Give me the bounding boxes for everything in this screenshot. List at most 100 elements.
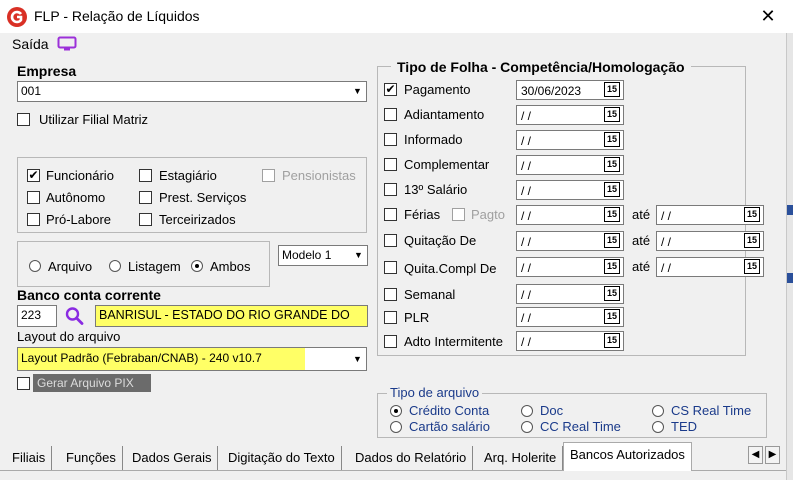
calendar-icon[interactable]: 15 (604, 333, 620, 348)
tab-dados-relatorio[interactable]: Dados do Relatório (349, 446, 474, 470)
credito-conta-label: Crédito Conta (409, 403, 490, 418)
estagiario-label: Estagiário (159, 168, 217, 183)
semanal-checkbox[interactable] (384, 288, 397, 301)
calendar-icon[interactable]: 15 (604, 157, 620, 172)
informado-label: Informado (404, 132, 463, 147)
cs-real-time-radio[interactable] (652, 405, 664, 417)
side-strip (786, 33, 793, 480)
prest-servicos-label: Prest. Serviços (159, 190, 247, 205)
layout-select[interactable]: Layout Padrão (Febraban/CNAB) - 240 v10.… (17, 347, 367, 371)
pagamento-label: Pagamento (404, 82, 471, 97)
pagamento-checkbox[interactable]: ✔ (384, 83, 397, 96)
pagto-checkbox (452, 208, 465, 221)
calendar-icon[interactable]: 15 (604, 207, 620, 222)
banco-name-field[interactable]: BANRISUL - ESTADO DO RIO GRANDE DO (95, 305, 368, 327)
menu-saida[interactable]: Saída (12, 36, 49, 52)
credito-conta-radio[interactable] (390, 405, 402, 417)
quitacao-label: Quitação De (404, 233, 477, 248)
layout-value: Layout Padrão (Febraban/CNAB) - 240 v10.… (18, 348, 305, 370)
layout-label: Layout do arquivo (17, 329, 121, 344)
calendar-icon[interactable]: 15 (604, 309, 620, 324)
tab-prev-icon[interactable]: ◀ (748, 446, 763, 464)
decimo-terceiro-checkbox[interactable] (384, 183, 397, 196)
empresa-label: Empresa (17, 63, 77, 79)
modelo-select[interactable]: Modelo 1 ▼ (278, 245, 368, 266)
calendar-icon[interactable]: 15 (604, 182, 620, 197)
prest-servicos-checkbox[interactable] (139, 191, 152, 204)
adiantamento-checkbox[interactable] (384, 108, 397, 121)
cartao-salario-radio[interactable] (390, 421, 402, 433)
autonomo-checkbox[interactable] (27, 191, 40, 204)
calendar-icon[interactable]: 15 (604, 259, 620, 274)
quita-compl-checkbox[interactable] (384, 261, 397, 274)
calendar-icon[interactable]: 15 (604, 233, 620, 248)
arquivo-label: Arquivo (48, 259, 93, 274)
ambos-radio[interactable] (191, 260, 203, 272)
funcionario-checkbox[interactable]: ✔ (27, 169, 40, 182)
adiantamento-date-value: / / (521, 109, 532, 123)
autonomo-label: Autônomo (46, 190, 106, 205)
calendar-icon[interactable]: 15 (604, 82, 620, 97)
ferias-ate-value: / / (661, 209, 672, 223)
monitor-icon[interactable] (57, 36, 77, 52)
ate-label: até (632, 233, 651, 248)
listagem-radio[interactable] (109, 260, 121, 272)
tab-bancos-autorizados[interactable]: Bancos Autorizados (563, 442, 692, 471)
adto-intermitente-checkbox[interactable] (384, 335, 397, 348)
tab-next-icon[interactable]: ▶ (765, 446, 780, 464)
estagiario-checkbox[interactable] (139, 169, 152, 182)
adto-intermitente-label: Adto Intermitente (404, 334, 503, 349)
tipo-arquivo-label: Tipo de arquivo (387, 385, 483, 400)
tab-arq-holerite[interactable]: Arq. Holerite (478, 446, 564, 470)
terceirizados-label: Terceirizados (159, 212, 236, 227)
quitacao-checkbox[interactable] (384, 234, 397, 247)
calendar-icon[interactable]: 15 (744, 259, 760, 274)
gerar-pix-checkbox[interactable] (17, 377, 30, 390)
calendar-icon[interactable]: 15 (744, 233, 760, 248)
ferias-label: Férias (404, 207, 441, 222)
calendar-icon[interactable]: 15 (604, 286, 620, 301)
pro-labore-label: Pró-Labore (46, 212, 112, 227)
informado-checkbox[interactable] (384, 133, 397, 146)
calendar-icon[interactable]: 15 (604, 132, 620, 147)
ate-label: até (632, 259, 651, 274)
chevron-down-icon[interactable]: ▼ (349, 348, 366, 370)
complementar-checkbox[interactable] (384, 158, 397, 171)
calendar-icon[interactable]: 15 (744, 207, 760, 222)
semanal-date-value: / / (521, 288, 532, 302)
tab-dados-gerais[interactable]: Dados Gerais (126, 446, 219, 470)
arquivo-radio[interactable] (29, 260, 41, 272)
utilizar-filial-checkbox[interactable] (17, 113, 30, 126)
empresa-value: 001 (21, 84, 42, 98)
empresa-select[interactable]: 001 ▼ (17, 81, 367, 102)
calendar-icon[interactable]: 15 (604, 107, 620, 122)
doc-radio[interactable] (521, 405, 533, 417)
cc-real-time-radio[interactable] (521, 421, 533, 433)
quitacao-ate-value: / / (661, 235, 672, 249)
terceirizados-checkbox[interactable] (139, 213, 152, 226)
adiantamento-label: Adiantamento (404, 107, 485, 122)
quita-compl-date-value: / / (521, 261, 532, 275)
modelo-value: Modelo 1 (282, 248, 332, 262)
tab-funcoes[interactable]: Funções (60, 446, 123, 470)
ted-radio[interactable] (652, 421, 664, 433)
pagamento-date-value: 30/06/2023 (521, 84, 582, 98)
tab-filiais[interactable]: Filiais (6, 446, 53, 470)
plr-date-value: / / (521, 311, 532, 325)
quitacao-date-value: / / (521, 235, 532, 249)
banco-code-input[interactable]: 223 (17, 305, 57, 327)
plr-checkbox[interactable] (384, 311, 397, 324)
close-button[interactable]: ✕ (757, 5, 779, 27)
informado-date-value: / / (521, 134, 532, 148)
pro-labore-checkbox[interactable] (27, 213, 40, 226)
chevron-down-icon[interactable]: ▼ (350, 246, 367, 265)
ferias-checkbox[interactable] (384, 208, 397, 221)
decimo-terceiro-date-value: / / (521, 184, 532, 198)
cs-real-time-label: CS Real Time (671, 403, 752, 418)
utilizar-filial-label: Utilizar Filial Matriz (39, 112, 149, 127)
banco-label: Banco conta corrente (17, 287, 161, 303)
chevron-down-icon[interactable]: ▼ (349, 82, 366, 101)
search-icon[interactable] (64, 306, 86, 326)
tab-digitacao-texto[interactable]: Digitação do Texto (222, 446, 342, 470)
tipo-folha-header: Tipo de Folha - Competência/Homologação (391, 59, 691, 75)
